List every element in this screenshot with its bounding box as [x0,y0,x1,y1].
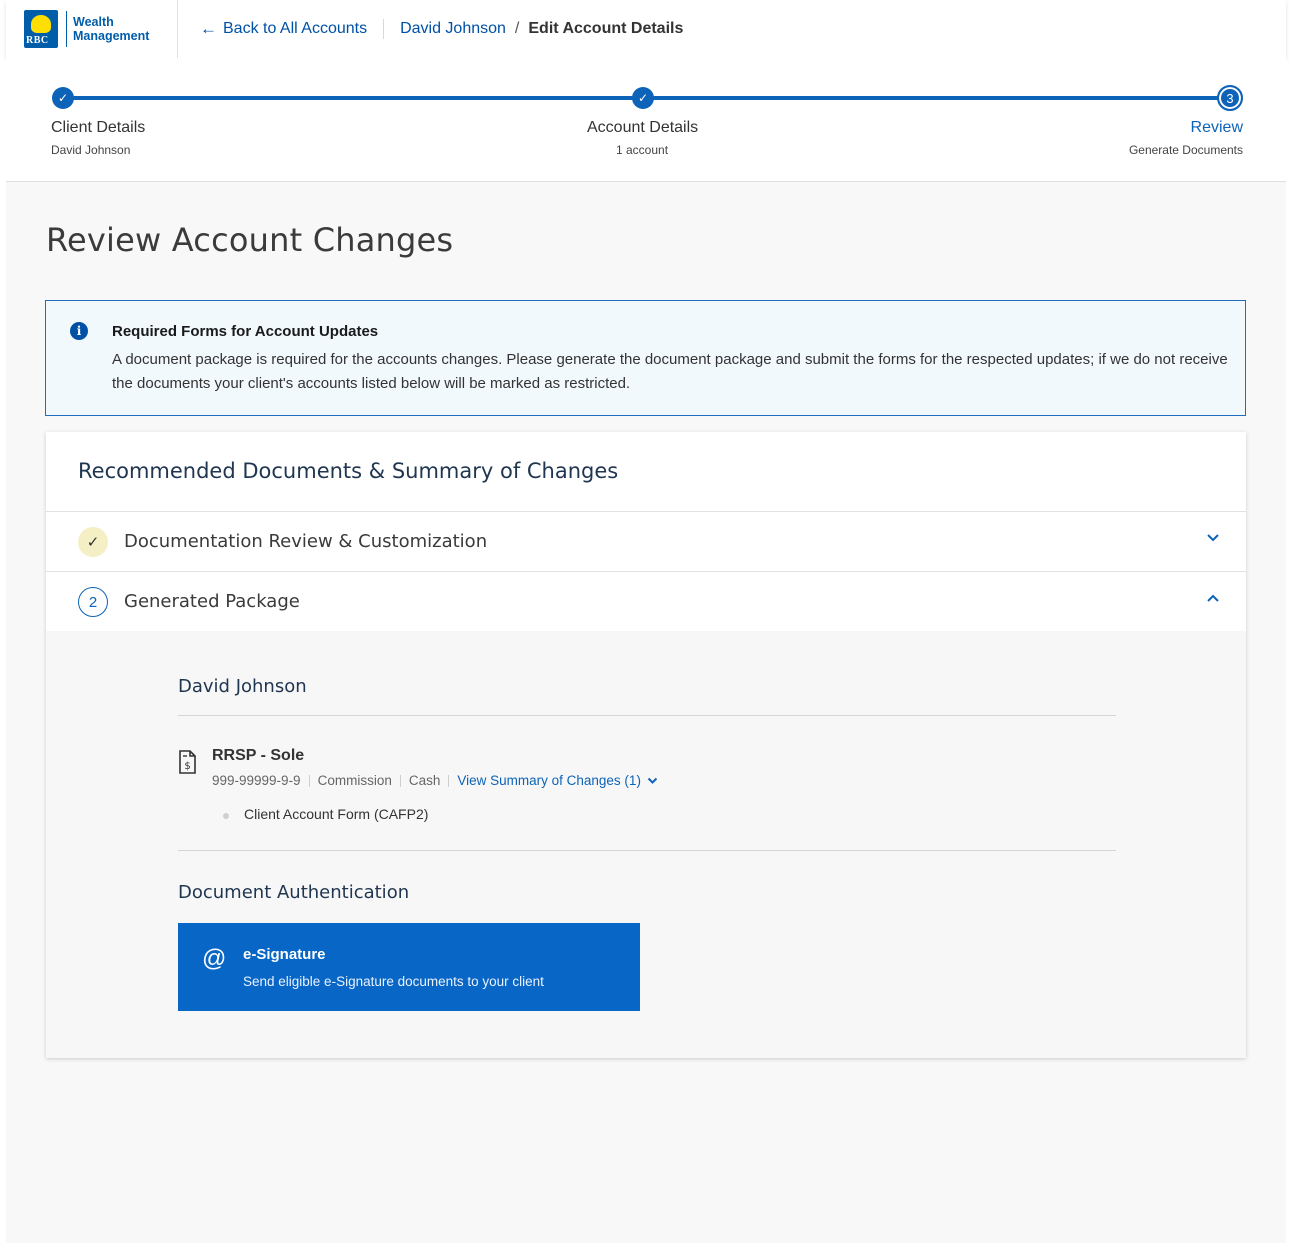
documents-card: Recommended Documents & Summary of Chang… [46,432,1246,1058]
logo-wordmark: Wealth Management [73,15,149,43]
notice-body: A document package is required for the a… [112,351,1228,392]
rbc-logo[interactable]: RBC Wealth Management [6,0,178,58]
meta-separator [399,774,401,787]
arrow-left-icon: ← [200,19,217,38]
logo-divider [66,11,67,47]
step-title-account-details[interactable]: Account Details [587,119,698,137]
meta-separator [308,774,310,787]
document-authentication-title: Document Authentication [178,882,410,903]
logo-line-2: Management [73,29,150,43]
accordion-label: Generated Package [124,591,300,612]
account-type: Cash [408,773,441,788]
accordion-label: Documentation Review & Customization [124,531,488,552]
accordion-generated-package[interactable]: 2 Generated Package [46,572,1246,632]
e-signature-button[interactable]: @ e-Signature Send eligible e-Signature … [178,923,640,1011]
info-icon: i [70,322,88,340]
logo-mark-text: RBC [26,35,49,46]
back-link-label: Back to All Accounts [223,20,368,37]
package-divider [178,850,1116,851]
chevron-up-icon[interactable] [1206,590,1220,608]
breadcrumb-client-link[interactable]: David Johnson [400,20,506,38]
lion-emblem-icon [31,15,51,33]
check-icon: ✓ [78,527,108,557]
step-number-badge: 2 [78,587,108,617]
notice-title: Required Forms for Account Updates [112,323,379,340]
meta-separator [448,774,450,787]
e-signature-title: e-Signature [243,946,326,963]
back-to-accounts-link[interactable]: ← Back to All Accounts [200,19,367,39]
step-account-details-check-icon[interactable]: ✓ [632,87,654,109]
view-summary-link[interactable]: View Summary of Changes (1) [457,773,641,788]
accordion-documentation-review[interactable]: ✓ Documentation Review & Customization [46,512,1246,572]
card-title: Recommended Documents & Summary of Chang… [78,459,619,483]
account-number: 999-99999-9-9 [212,773,301,788]
form-item: Client Account Form (CAFP2) [244,806,429,822]
step-title-client-details[interactable]: Client Details [51,119,145,137]
app-frame: RBC Wealth Management ← Back to All Acco… [6,0,1286,1243]
list-bullet [223,813,229,819]
step-sub-account-details: 1 account [616,143,669,157]
svg-text:$: $ [184,761,190,772]
logo-line-1: Wealth [73,15,114,29]
e-signature-subtitle: Send eligible e-Signature documents to y… [243,974,544,989]
step-review-number: 3 [1217,85,1243,111]
step-client-details-check-icon[interactable]: ✓ [52,87,74,109]
account-name: RRSP - Sole [212,747,305,764]
breadcrumb-current: Edit Account Details [528,20,684,37]
step-sub-client-details: David Johnson [51,143,131,157]
rbc-shield-icon: RBC [24,10,58,48]
required-forms-notice: i Required Forms for Account Updates A d… [45,300,1246,416]
package-divider [178,715,1116,716]
generated-package-panel: David Johnson $ RRSP - Sole 999-99999-9-… [46,631,1246,1058]
account-meta: 999-99999-9-9 Commission Cash View Summa… [212,773,658,788]
chevron-down-icon[interactable] [1206,530,1220,548]
top-bar: RBC Wealth Management ← Back to All Acco… [6,0,1286,58]
breadcrumb-separator: / [514,20,520,37]
package-client-name: David Johnson [178,676,307,697]
step-connector-2 [643,96,1231,100]
at-sign-icon: @ [202,945,227,972]
step-sub-review: Generate Documents [1128,143,1243,157]
document-dollar-icon: $ [178,750,196,774]
page-title: Review Account Changes [46,221,454,259]
step-title-review: Review [1190,119,1243,136]
account-fee-type: Commission [317,773,392,788]
step-connector-1 [63,96,643,100]
progress-stepper: ✓ ✓ 3 Client Details David Johnson Accou… [6,58,1286,182]
header-separator [383,19,385,39]
chevron-down-icon[interactable] [647,774,658,788]
